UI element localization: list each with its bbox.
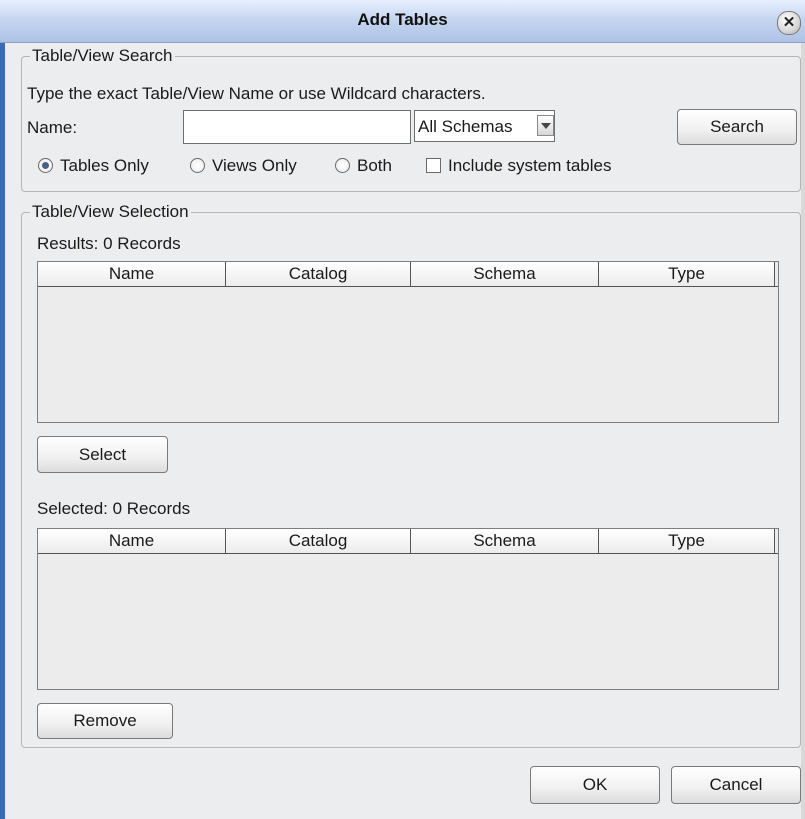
results-table-header: Name Catalog Schema Type [38,262,778,286]
schema-select[interactable]: All Schemas [414,110,555,142]
column-header-schema[interactable]: Schema [411,529,599,553]
header-divider [38,286,778,287]
both-label[interactable]: Both [357,156,392,176]
radio-selected-dot [42,162,49,169]
close-icon[interactable]: ✕ [777,11,801,35]
tables-only-label[interactable]: Tables Only [60,156,149,176]
column-header-catalog[interactable]: Catalog [226,529,411,553]
window-border [0,43,5,819]
search-group-legend: Table/View Search [30,46,175,66]
views-only-label[interactable]: Views Only [212,156,297,176]
selection-group-legend: Table/View Selection [30,202,191,222]
schema-select-value: All Schemas [418,117,513,136]
chevron-down-icon[interactable] [537,115,554,136]
selected-count: Selected: 0 Records [37,499,191,518]
selected-table[interactable]: Name Catalog Schema Type [37,528,779,690]
selected-table-header: Name Catalog Schema Type [38,529,778,553]
views-only-radio[interactable] [190,158,205,173]
include-system-checkbox[interactable] [426,158,441,173]
add-tables-dialog: Add Tables ✕ Table/View Search Type the … [0,0,805,819]
remove-button[interactable]: Remove [37,703,173,739]
header-divider [38,553,778,554]
window-border-right [801,43,805,819]
column-header-name[interactable]: Name [38,262,226,286]
column-header-type[interactable]: Type [599,529,775,553]
column-header-catalog[interactable]: Catalog [226,262,411,286]
column-header-type[interactable]: Type [599,262,775,286]
column-header-schema[interactable]: Schema [411,262,599,286]
ok-button[interactable]: OK [530,766,660,804]
tables-only-radio[interactable] [38,158,53,173]
search-button[interactable]: Search [677,109,797,145]
dialog-title: Add Tables [357,10,448,29]
column-header-name[interactable]: Name [38,529,226,553]
results-count: Results: 0 Records [37,234,181,253]
cancel-button[interactable]: Cancel [671,766,801,804]
select-button[interactable]: Select [37,436,168,473]
results-table[interactable]: Name Catalog Schema Type [37,261,779,423]
include-system-label[interactable]: Include system tables [448,156,611,176]
title-bar[interactable]: Add Tables ✕ [0,0,805,43]
name-input[interactable] [183,110,411,144]
name-label: Name: [27,118,78,137]
both-radio[interactable] [335,158,350,173]
search-hint: Type the exact Table/View Name or use Wi… [27,84,486,103]
